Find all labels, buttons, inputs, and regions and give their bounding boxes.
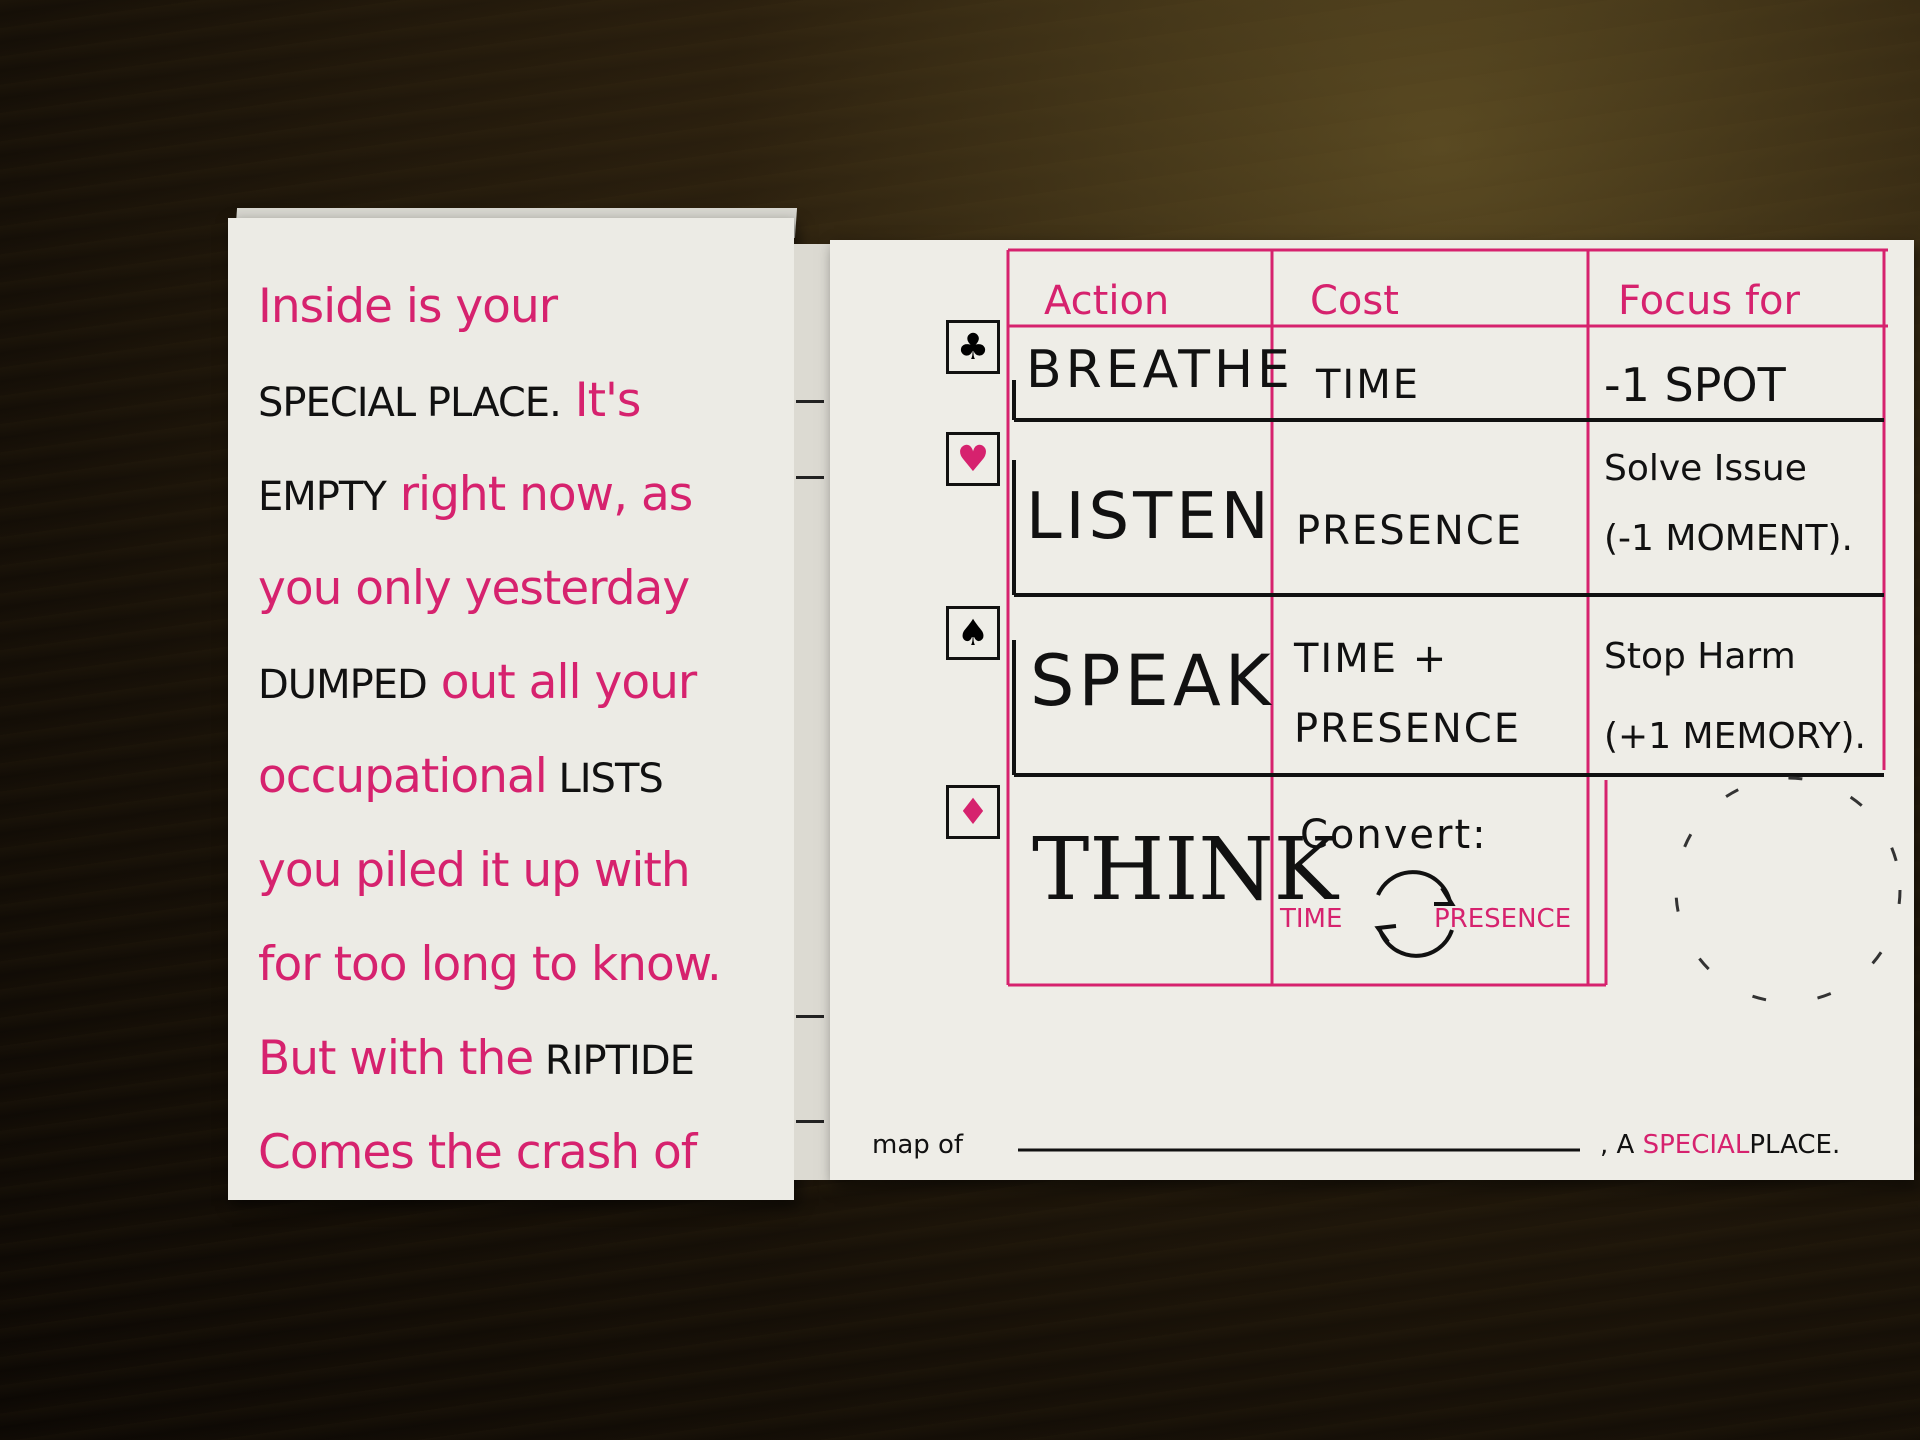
- focus-listen-line1: Solve Issue: [1604, 448, 1807, 489]
- focus-speak-line2: (+1 MEMORY).: [1604, 716, 1866, 757]
- footer-suffix-a: , A: [1600, 1130, 1635, 1160]
- club-suit-icon: ♣: [946, 320, 1000, 374]
- spade-suit-icon: ♠: [946, 606, 1000, 660]
- focus-speak-line1: Stop Harm: [1604, 636, 1796, 677]
- map-of-footer: map of , A SPECIALPLACE.: [872, 1130, 1882, 1160]
- footer-suffix-special: SPECIAL: [1642, 1130, 1750, 1160]
- diamond-suit-icon: ♦: [946, 785, 1000, 839]
- header-cost: Cost: [1310, 278, 1399, 324]
- cost-listen: PRESENCE: [1296, 508, 1523, 554]
- convert-from: TIME: [1280, 904, 1343, 934]
- convert-to: PRESENCE: [1434, 904, 1572, 934]
- footer-prefix: map of: [872, 1130, 964, 1160]
- action-listen: LISTEN: [1026, 480, 1273, 554]
- footer-suffix-place: PLACE.: [1749, 1130, 1841, 1160]
- cost-speak-line1: TIME +: [1294, 636, 1449, 682]
- cost-speak-line2: PRESENCE: [1294, 706, 1521, 752]
- header-focus: Focus for: [1618, 278, 1800, 324]
- cost-breathe: TIME: [1316, 362, 1421, 408]
- header-action: Action: [1044, 278, 1170, 324]
- heart-suit-icon: ♥: [946, 432, 1000, 486]
- focus-breathe: -1 SPOT: [1604, 358, 1786, 412]
- action-speak: SPEAK: [1030, 640, 1275, 722]
- cost-think-label: Convert:: [1300, 812, 1488, 858]
- action-breathe: BREATHE: [1026, 340, 1294, 400]
- footer-suffix: , A SPECIALPLACE.: [1600, 1130, 1840, 1160]
- focus-listen-line2: (-1 MOMENT).: [1604, 518, 1853, 559]
- empty-circle-slot: [1674, 776, 1902, 1004]
